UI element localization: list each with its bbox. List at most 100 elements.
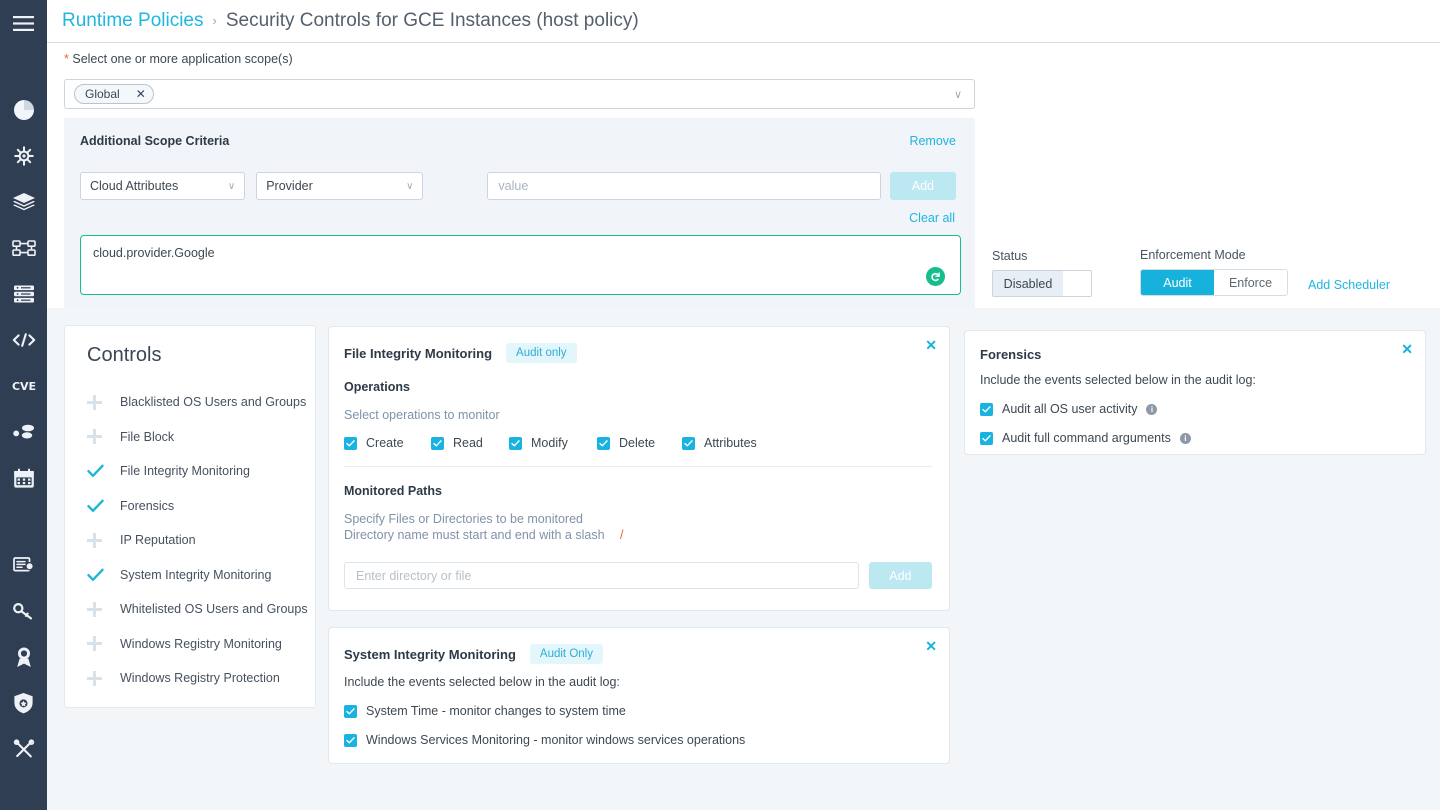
provider-select[interactable]: Provider ∨: [256, 172, 424, 200]
scope-chip-global[interactable]: Global ✕: [74, 84, 154, 104]
enforcement-mode-block: Enforcement Mode Audit Enforce: [1140, 248, 1288, 296]
application-scope-select[interactable]: Global ✕ ∨: [64, 79, 975, 109]
fim-audit-badge: Audit only: [506, 343, 577, 363]
monitored-path-input-row: Add: [344, 562, 932, 589]
control-item-ip-reputation[interactable]: IP Reputation: [87, 523, 315, 558]
control-item-file-integrity-monitoring[interactable]: File Integrity Monitoring: [87, 454, 315, 489]
monitored-path-input[interactable]: [344, 562, 859, 589]
checkbox-checked-icon[interactable]: [431, 436, 444, 450]
sim-event-windows-services[interactable]: Windows Services Monitoring - monitor wi…: [344, 733, 932, 747]
operation-delete[interactable]: Delete: [597, 436, 682, 450]
ship-helm-icon[interactable]: [0, 133, 47, 179]
plus-icon[interactable]: [87, 429, 120, 445]
plus-icon[interactable]: [87, 636, 120, 652]
checkbox-checked-icon[interactable]: [509, 436, 522, 450]
operations-heading: Operations: [344, 380, 410, 394]
shield-star-icon[interactable]: [0, 680, 47, 726]
calendar-icon[interactable]: [0, 455, 47, 501]
checkbox-checked-icon[interactable]: [597, 436, 610, 450]
checkbox-checked-icon[interactable]: [344, 733, 357, 747]
close-icon[interactable]: ✕: [925, 338, 937, 352]
check-icon[interactable]: [87, 568, 120, 582]
control-item-blacklisted-os-users[interactable]: Blacklisted OS Users and Groups: [87, 385, 315, 420]
operation-create[interactable]: Create: [344, 436, 431, 450]
cve-icon[interactable]: CVE: [0, 363, 47, 409]
system-integrity-monitoring-panel: ✕ System Integrity Monitoring Audit Only…: [328, 627, 950, 764]
breadcrumb-current-page: Security Controls for GCE Instances (hos…: [225, 10, 639, 31]
enforcement-option-audit[interactable]: Audit: [1141, 270, 1214, 295]
control-item-windows-registry-protection[interactable]: Windows Registry Protection: [87, 661, 315, 696]
control-item-system-integrity-monitoring[interactable]: System Integrity Monitoring: [87, 558, 315, 593]
criteria-header-row: Additional Scope Criteria Remove: [80, 134, 956, 148]
forensics-event-full-command-arguments[interactable]: Audit full command arguments i: [980, 431, 1408, 445]
operation-label: Delete: [619, 436, 656, 450]
enforcement-mode-toggle: Audit Enforce: [1140, 269, 1288, 296]
add-scheduler-link[interactable]: Add Scheduler: [1308, 278, 1390, 292]
layers-icon[interactable]: [0, 179, 47, 225]
add-path-button[interactable]: Add: [868, 562, 932, 589]
forensics-event-os-user-activity[interactable]: Audit all OS user activity i: [980, 402, 1408, 416]
control-item-file-block[interactable]: File Block: [87, 420, 315, 455]
close-icon[interactable]: ✕: [1401, 342, 1413, 356]
chevron-down-icon[interactable]: ∨: [954, 88, 962, 101]
plus-icon[interactable]: [87, 532, 120, 548]
nodes-icon[interactable]: [0, 409, 47, 455]
sim-panel-title: System Integrity Monitoring: [344, 646, 516, 662]
operation-attributes[interactable]: Attributes: [682, 436, 757, 450]
checkbox-checked-icon[interactable]: [980, 431, 993, 445]
control-item-windows-registry-monitoring[interactable]: Windows Registry Monitoring: [87, 627, 315, 662]
server-stack-icon[interactable]: [0, 271, 47, 317]
award-ribbon-icon[interactable]: [0, 634, 47, 680]
clear-all-link[interactable]: Clear all: [909, 211, 955, 225]
forensics-event-label: Audit full command arguments: [1002, 431, 1171, 445]
control-item-forensics[interactable]: Forensics: [87, 489, 315, 524]
certificate-icon[interactable]: [0, 542, 47, 588]
fim-panel-title: File Integrity Monitoring: [344, 345, 493, 361]
sim-panel-body: System Integrity Monitoring Audit Only I…: [329, 628, 949, 747]
operation-modify[interactable]: Modify: [509, 436, 597, 450]
pie-chart-icon[interactable]: [0, 87, 47, 133]
control-item-label: Whitelisted OS Users and Groups: [120, 602, 308, 617]
code-brackets-icon[interactable]: [0, 317, 47, 363]
status-toggle[interactable]: Disabled: [992, 270, 1092, 297]
enforcement-mode-label: Enforcement Mode: [1140, 248, 1246, 262]
status-toggle-knob[interactable]: [1063, 271, 1091, 296]
hamburger-menu-icon[interactable]: [0, 0, 47, 46]
control-item-label: System Integrity Monitoring: [120, 567, 272, 582]
info-icon[interactable]: i: [1179, 432, 1191, 444]
plus-icon[interactable]: [87, 394, 120, 410]
check-icon[interactable]: [87, 464, 120, 478]
operation-read[interactable]: Read: [431, 436, 509, 450]
slash-example: /: [620, 528, 624, 542]
checkbox-checked-icon[interactable]: [344, 704, 357, 718]
sim-event-system-time[interactable]: System Time - monitor changes to system …: [344, 704, 932, 718]
close-icon[interactable]: ✕: [925, 639, 937, 653]
cloud-attributes-select[interactable]: Cloud Attributes ∨: [80, 172, 246, 200]
operation-label: Attributes: [704, 436, 757, 450]
enforcement-option-enforce[interactable]: Enforce: [1214, 270, 1287, 295]
plus-icon[interactable]: [87, 670, 120, 686]
checkbox-checked-icon[interactable]: [980, 402, 993, 416]
monitored-paths-hint-2-row: Directory name must start and end with a…: [344, 528, 932, 542]
check-icon[interactable]: [87, 499, 120, 513]
control-item-label: IP Reputation: [120, 533, 196, 548]
scope-chip-remove-icon[interactable]: ✕: [136, 87, 146, 101]
control-item-whitelisted-os-users[interactable]: Whitelisted OS Users and Groups: [87, 592, 315, 627]
workload-icon[interactable]: [0, 225, 47, 271]
scope-expression-box[interactable]: cloud.provider.Google: [80, 235, 961, 295]
key-icon[interactable]: [0, 588, 47, 634]
tools-icon[interactable]: [0, 726, 47, 772]
reset-circle-icon[interactable]: [926, 267, 945, 286]
remove-criteria-link[interactable]: Remove: [909, 134, 956, 148]
criteria-value-input[interactable]: [487, 172, 881, 200]
page-header: Runtime Policies › Security Controls for…: [47, 0, 1440, 43]
plus-icon[interactable]: [87, 601, 120, 617]
sim-audit-badge: Audit Only: [529, 644, 603, 664]
breadcrumb-root-link[interactable]: Runtime Policies: [62, 10, 204, 32]
sim-description: Include the events selected below in the…: [344, 675, 620, 689]
checkbox-checked-icon[interactable]: [682, 436, 695, 450]
control-item-label: Blacklisted OS Users and Groups: [120, 395, 307, 410]
info-icon[interactable]: i: [1146, 403, 1158, 415]
add-criteria-button[interactable]: Add: [889, 172, 956, 200]
checkbox-checked-icon[interactable]: [344, 436, 357, 450]
